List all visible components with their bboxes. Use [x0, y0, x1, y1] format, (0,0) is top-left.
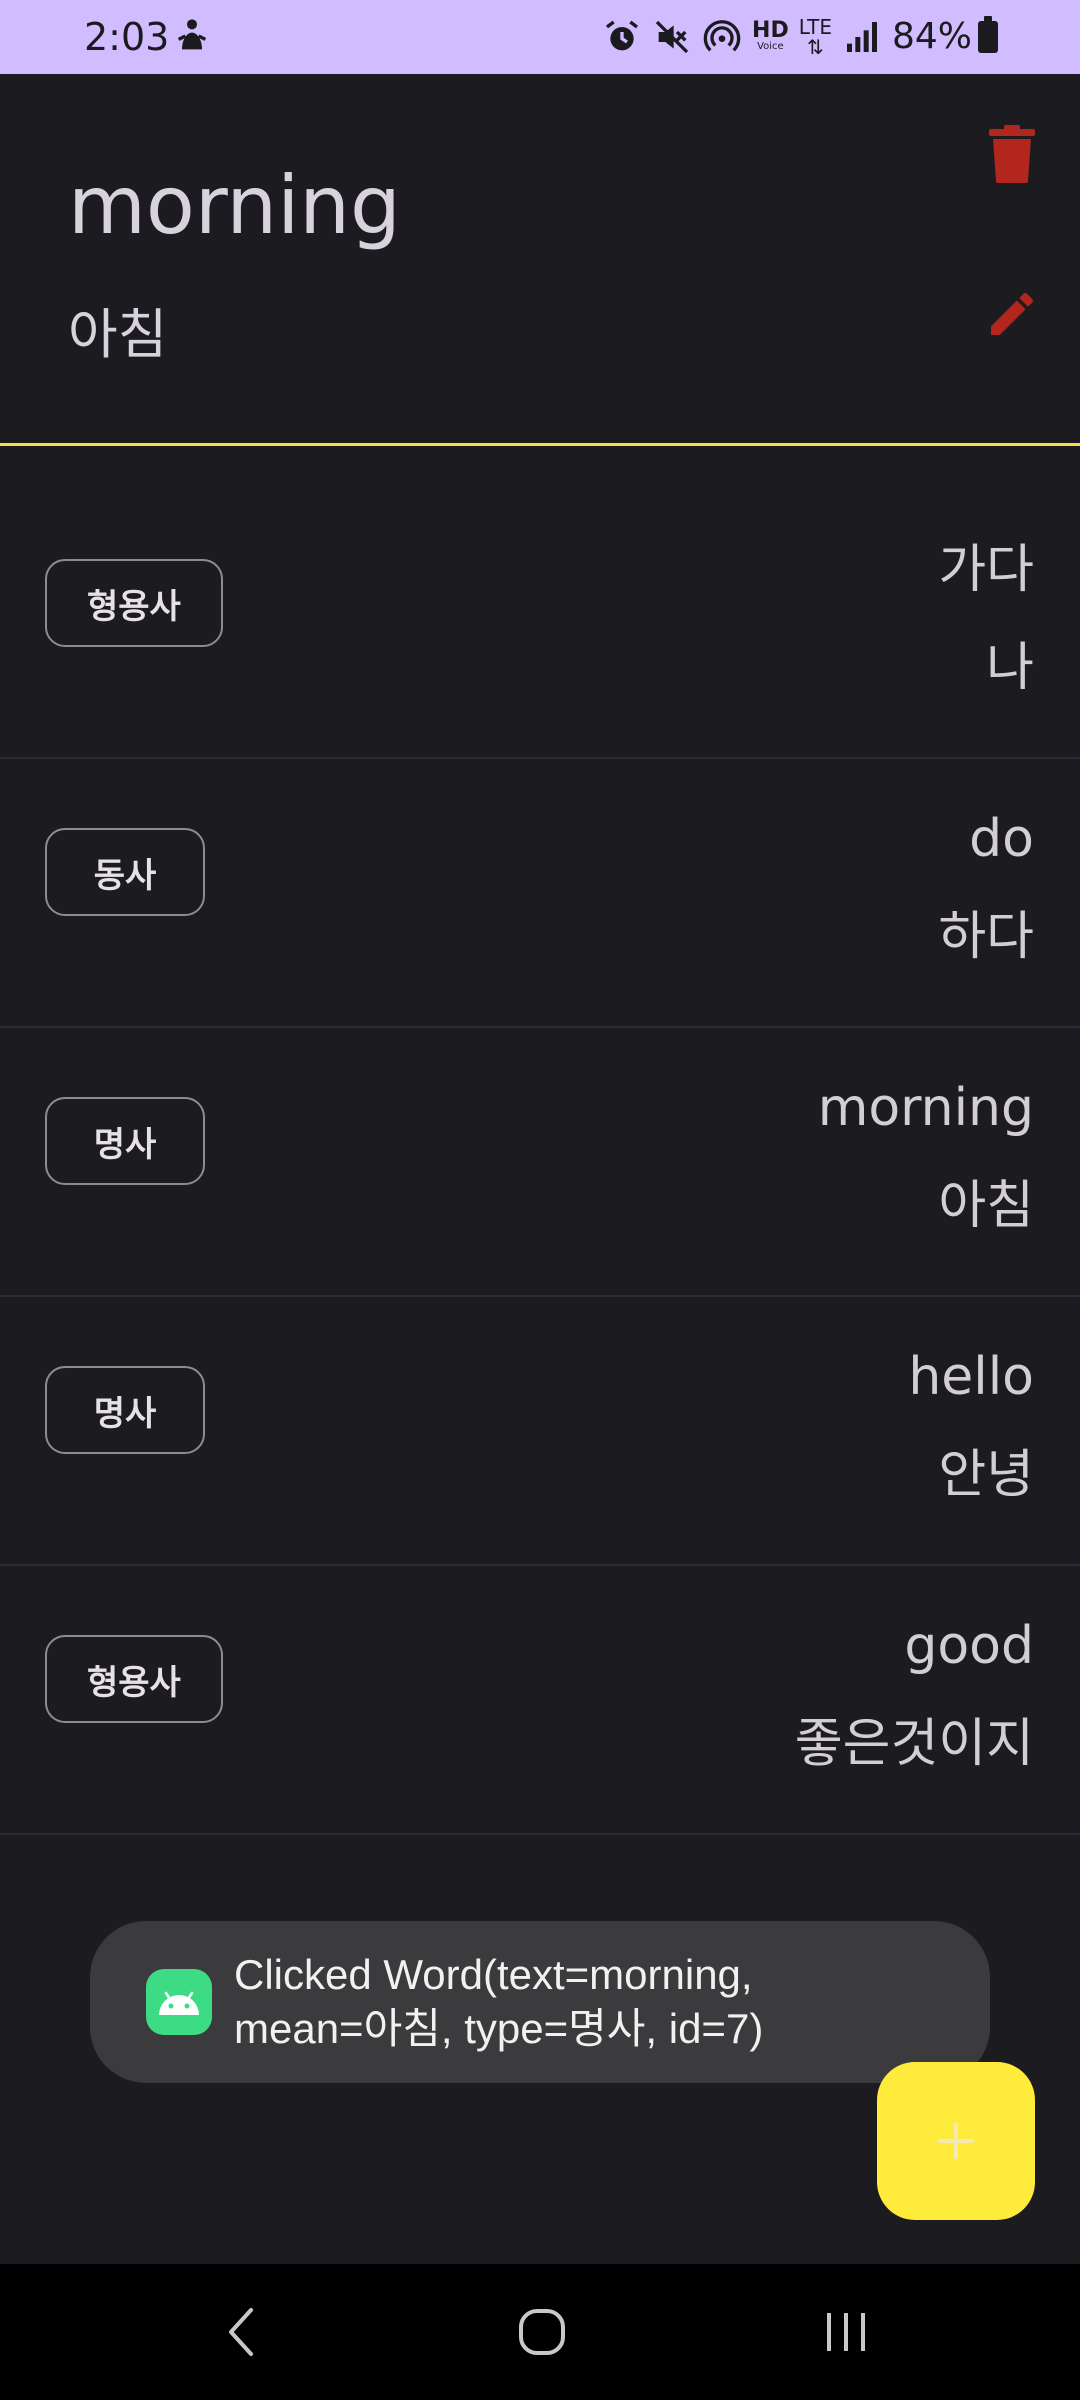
toast-line-2: mean=아침, type=명사, id=7)	[234, 2005, 764, 2052]
home-button[interactable]	[482, 2292, 602, 2372]
pencil-icon	[991, 292, 1034, 335]
word-detail-screen: 2:03 HD Voice LTE ⇅ 84% morning 아침 형용사 가…	[0, 0, 1080, 2400]
status-time: 2:03	[84, 15, 170, 59]
word-text: morning	[817, 1078, 1034, 1138]
word-text: good	[904, 1616, 1034, 1676]
word-text: hello	[908, 1347, 1034, 1407]
battery-icon	[978, 16, 998, 53]
system-navigation-bar	[0, 2264, 1080, 2400]
plus-icon	[938, 2123, 974, 2159]
back-chevron-icon	[229, 2308, 253, 2356]
signal-icon	[846, 22, 877, 52]
list-item[interactable]: 형용사 good 좋은것이지	[0, 1566, 1080, 1835]
word-meaning: 나	[986, 638, 1034, 698]
word-meaning: 하다	[938, 907, 1034, 967]
hotspot-icon	[703, 20, 741, 52]
recents-icon	[827, 2313, 865, 2351]
type-chip[interactable]: 형용사	[45, 1635, 223, 1723]
back-button[interactable]	[181, 2292, 301, 2372]
alarm-icon	[606, 20, 639, 51]
trash-icon	[989, 125, 1035, 183]
status-indicators: HD Voice LTE ⇅ 84%	[602, 12, 998, 62]
delete-button[interactable]	[964, 106, 1060, 202]
toast-text: Clicked Word(text=morning, mean=아침, type…	[234, 1948, 763, 2056]
word-meaning: 좋은것이지	[794, 1714, 1034, 1774]
home-icon	[519, 2309, 565, 2355]
selected-word-meaning: 아침	[68, 303, 168, 366]
person-icon	[177, 19, 207, 50]
edit-button[interactable]	[964, 266, 1060, 362]
android-app-icon	[146, 1969, 212, 2035]
selected-word: morning	[68, 159, 401, 252]
toast-message: Clicked Word(text=morning, mean=아침, type…	[90, 1921, 990, 2083]
android-icon	[159, 1991, 199, 2015]
word-meaning: 아침	[938, 1176, 1034, 1236]
hd-sub-label: Voice	[757, 41, 784, 52]
word-text: 가다	[938, 540, 1034, 600]
list-item[interactable]: 명사 hello 안녕	[0, 1297, 1080, 1566]
toast-line-1: Clicked Word(text=morning,	[234, 1951, 753, 1998]
list-item[interactable]: 동사 do 하다	[0, 759, 1080, 1028]
type-chip[interactable]: 형용사	[45, 559, 223, 647]
hd-label: HD	[752, 18, 789, 43]
status-bar: 2:03 HD Voice LTE ⇅ 84%	[0, 0, 1080, 74]
battery-percent: 84%	[891, 16, 972, 57]
hd-voice-indicator: HD Voice	[752, 18, 789, 53]
word-list: 형용사 가다 나 동사 do 하다 명사 morning 아침 명사 hello…	[0, 446, 1080, 1835]
type-chip[interactable]: 동사	[45, 828, 205, 916]
lte-label: LTE	[798, 15, 832, 39]
word-meaning: 안녕	[938, 1445, 1034, 1505]
recents-button[interactable]	[786, 2292, 906, 2372]
type-chip[interactable]: 명사	[45, 1097, 205, 1185]
mute-icon	[655, 20, 689, 54]
word-detail-header: morning 아침	[0, 74, 1080, 446]
add-word-button[interactable]	[877, 2062, 1035, 2220]
lte-indicator: LTE ⇅	[799, 17, 832, 57]
word-text: do	[969, 809, 1034, 869]
type-chip[interactable]: 명사	[45, 1366, 205, 1454]
list-item[interactable]: 명사 morning 아침	[0, 1028, 1080, 1297]
list-item[interactable]: 형용사 가다 나	[0, 446, 1080, 759]
data-arrows-icon: ⇅	[806, 35, 824, 59]
